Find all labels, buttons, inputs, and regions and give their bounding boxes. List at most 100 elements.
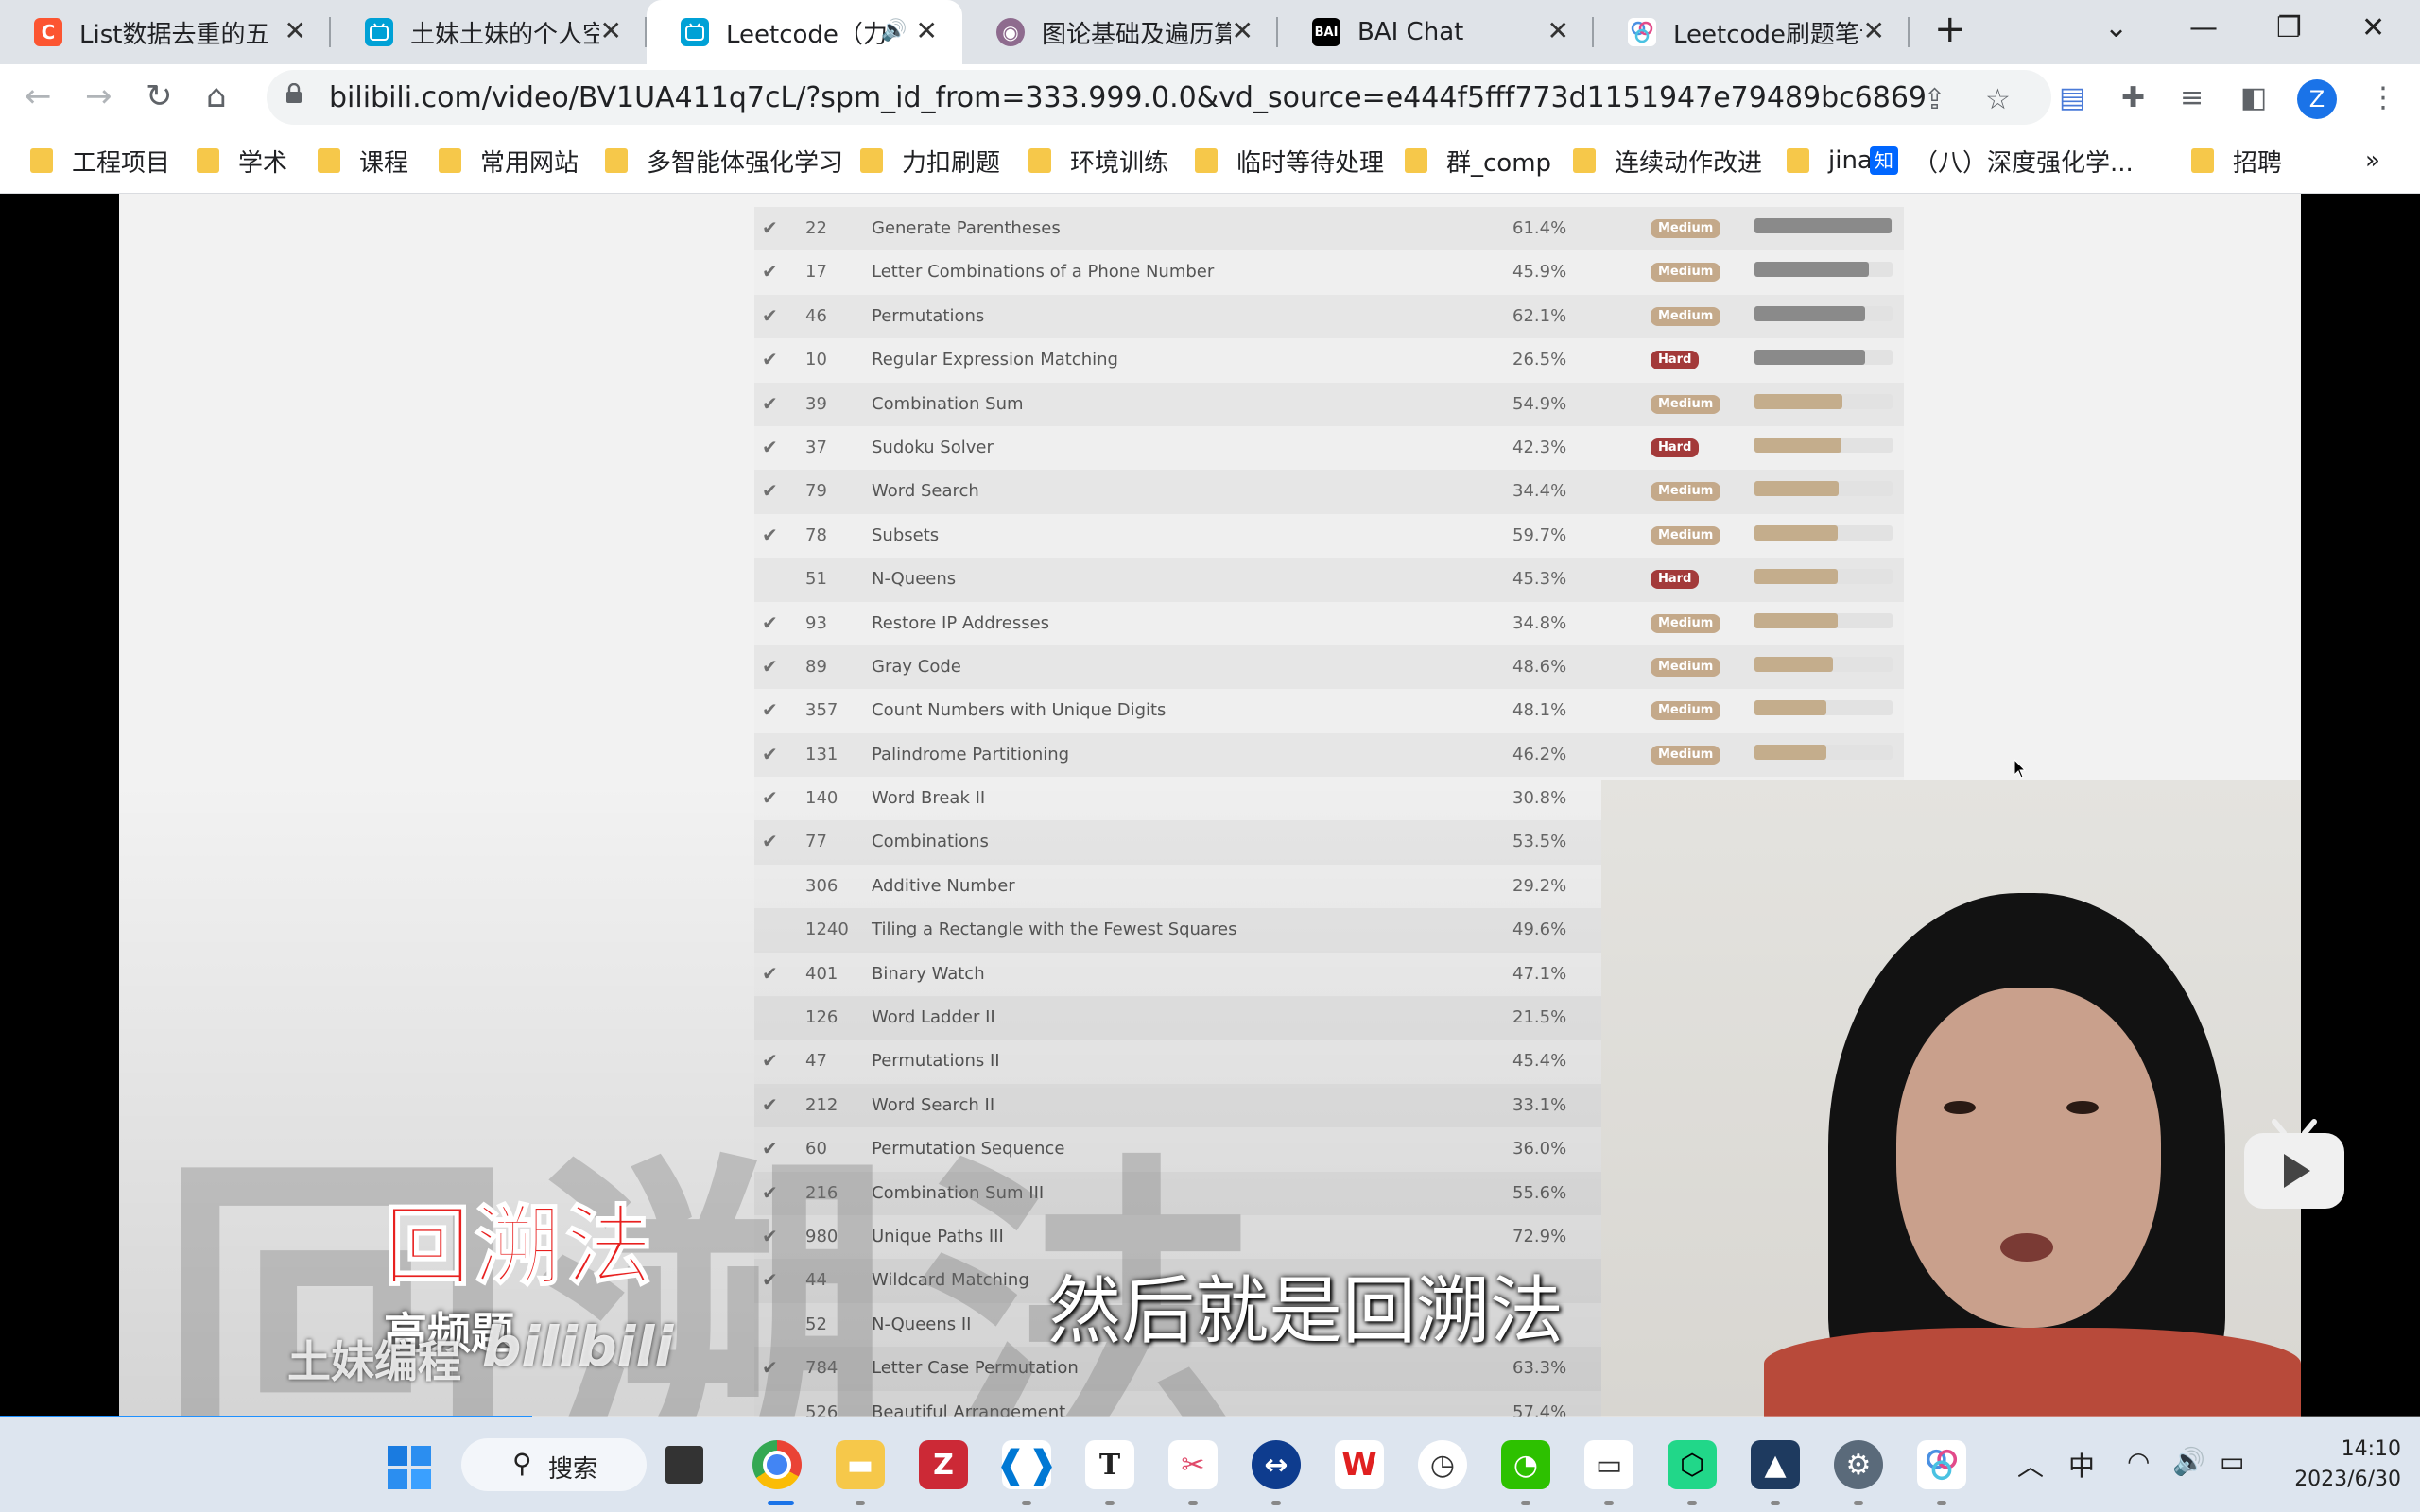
table-row: ✔ 22 Generate Parentheses 61.4% Medium (754, 207, 1904, 251)
tab-search-chevron-icon[interactable]: ⌄ (2104, 11, 2128, 44)
wechat-icon[interactable]: ◔ (1501, 1440, 1550, 1489)
back-button[interactable]: ← (25, 77, 52, 115)
profile-avatar[interactable]: Z (2297, 79, 2337, 119)
close-icon[interactable]: ✕ (1547, 17, 1569, 45)
zotero-icon[interactable]: Z (919, 1440, 968, 1489)
extensions-puzzle-icon[interactable]: ✚ (2121, 81, 2145, 114)
bookmark-folder[interactable]: 课程 (318, 144, 408, 178)
baidu-netdisk-icon[interactable] (1917, 1440, 1966, 1489)
battery-icon[interactable]: ▭ (2220, 1446, 2244, 1477)
tab-3[interactable]: ◉ 图论基础及遍历算法 ✕ (962, 0, 1278, 64)
close-icon[interactable]: ✕ (285, 17, 306, 45)
minimize-button[interactable]: — (2189, 11, 2218, 44)
table-row: ✔ 10 Regular Expression Matching 26.5% Hard (754, 338, 1904, 383)
close-icon[interactable]: ✕ (600, 17, 622, 45)
difficulty-badge: Medium (1651, 306, 1721, 326)
teamviewer-icon[interactable]: ↔ (1252, 1440, 1301, 1489)
reload-button[interactable]: ↻ (146, 77, 173, 115)
bookmark-label: 群_comp (1446, 148, 1552, 178)
tab-5[interactable]: Leetcode刷题笔记 ✕ (1594, 0, 1910, 64)
app-running-indicator (768, 1501, 794, 1505)
tab-0[interactable]: C List数据去重的五种 ✕ (0, 0, 331, 64)
new-tab-button[interactable]: + (1934, 8, 1966, 51)
close-window-button[interactable]: ✕ (2361, 11, 2385, 44)
lock-icon[interactable] (285, 83, 302, 104)
close-icon[interactable]: ✕ (1232, 17, 1253, 45)
remote-desktop-icon[interactable]: ▭ (1584, 1440, 1634, 1489)
system-clock[interactable]: 14:10 2023/6/30 (2259, 1435, 2401, 1495)
check-icon: ✔ (762, 698, 778, 722)
tab-2-active[interactable]: Leetcode（力扣 🔊 ✕ (647, 0, 962, 64)
app-running-indicator (1521, 1501, 1530, 1505)
acceptance-rate: 45.9% (1512, 262, 1567, 283)
settings-gear-icon[interactable]: ⚙ (1834, 1440, 1883, 1489)
forward-button[interactable]: → (85, 77, 112, 115)
task-view-icon[interactable] (666, 1446, 703, 1484)
wifi-icon[interactable]: ◠ (2127, 1446, 2150, 1477)
video-player[interactable]: ✔ 22 Generate Parentheses 61.4% Medium ✔ 17 Let… (0, 194, 2420, 1418)
play-icon[interactable] (2242, 1118, 2346, 1212)
media-control-icon[interactable]: ≡ (2180, 81, 2204, 114)
snipping-tool-icon[interactable]: ✂ (1168, 1440, 1218, 1489)
bookmark-folder[interactable]: 多智能体强化学习 (605, 144, 843, 178)
tab-4[interactable]: BAI BAI Chat ✕ (1278, 0, 1594, 64)
table-row: ✔ 79 Word Search 34.4% Medium (754, 470, 1904, 514)
bookmark-folder[interactable]: 临时等待处理 (1195, 144, 1384, 178)
restore-button[interactable]: ❐ (2276, 11, 2302, 44)
bookmark-folder[interactable]: 群_comp (1405, 144, 1551, 178)
cat-app-icon[interactable]: ▲ (1751, 1440, 1800, 1489)
bookmark-folder[interactable]: 学术 (197, 144, 287, 178)
bookmark-zhihu[interactable]: 知 （八）深度强化学... (1870, 144, 2134, 178)
wps-icon[interactable]: W (1335, 1440, 1384, 1489)
input-method-icon[interactable]: 中 (2068, 1446, 2095, 1484)
chrome-icon[interactable] (752, 1440, 802, 1489)
presenter-shirt (1764, 1328, 2301, 1418)
vscode-icon[interactable]: ❰❱ (994, 1440, 1059, 1489)
folder-icon (1195, 148, 1218, 173)
frequency-fill (1754, 569, 1838, 585)
bookmark-folder[interactable]: 力扣刷题 (860, 144, 1000, 178)
tab-1[interactable]: 土妹土妹的个人空间 ✕ (331, 0, 647, 64)
typora-icon[interactable]: T (1085, 1440, 1134, 1489)
bookmark-label: 常用网站 (480, 148, 579, 178)
share-icon[interactable]: ⇪ (1923, 83, 1946, 116)
table-row: ✔ 93 Restore IP Addresses 34.8% Medium (754, 601, 1904, 645)
frequency-fill (1754, 656, 1834, 672)
clock-app-icon[interactable]: ◷ (1418, 1440, 1467, 1489)
windows-start-icon[interactable] (388, 1446, 431, 1489)
volume-icon[interactable]: 🔊 (2172, 1446, 2205, 1477)
bookmark-folder[interactable]: 工程项目 (30, 144, 170, 178)
frequency-bar (1754, 524, 1893, 541)
bookmark-folder[interactable]: 连续动作改进 (1573, 144, 1762, 178)
side-panel-icon[interactable]: ◧ (2240, 81, 2267, 114)
bookmarks-overflow-button[interactable]: » (2365, 144, 2380, 178)
app-running-indicator (1022, 1501, 1031, 1505)
close-icon[interactable]: ✕ (916, 17, 938, 45)
taskbar-search[interactable]: ⚲ 搜索 (461, 1438, 647, 1491)
bookmark-folder[interactable]: 环境训练 (1028, 144, 1168, 178)
close-icon[interactable]: ✕ (1863, 17, 1885, 45)
check-icon: ✔ (762, 391, 778, 415)
zhihu-icon: 知 (1870, 146, 1898, 175)
table-row: ✔ 131 Palindrome Partitioning 46.2% Medium (754, 732, 1904, 778)
file-explorer-icon[interactable]: ▬ (836, 1440, 885, 1489)
csdn-icon: C (34, 18, 62, 46)
bilibili-icon (681, 18, 709, 46)
url-text[interactable]: bilibili.com/video/BV1UA411q7cL/?spm_id_… (329, 81, 1927, 114)
tray-overflow-chevron-icon[interactable]: ︿ (2017, 1446, 2044, 1484)
pycharm-icon[interactable]: ⬡ (1668, 1440, 1717, 1489)
bookmark-folder[interactable]: 招聘 (2191, 144, 2282, 178)
bookmark-label: （八）深度强化学... (1913, 148, 2134, 178)
bookmark-folder[interactable]: 常用网站 (439, 144, 579, 178)
menu-kebab-icon[interactable]: ⋮ (2369, 81, 2397, 114)
difficulty-badge: Hard (1651, 438, 1700, 457)
audio-playing-icon[interactable]: 🔊 (881, 19, 907, 43)
home-button[interactable]: ⌂ (206, 77, 227, 115)
table-row: 51 N-Queens 45.3% Hard (754, 558, 1904, 602)
address-bar[interactable]: bilibili.com/video/BV1UA411q7cL/?spm_id_… (267, 70, 2051, 125)
frequency-fill (1754, 218, 1892, 233)
document-extension-icon[interactable]: ▤ (2059, 81, 2085, 114)
app-running-indicator (1105, 1501, 1115, 1505)
tab-title: 土妹土妹的个人空间 (410, 20, 599, 49)
bookmark-star-icon[interactable]: ☆ (1985, 83, 2011, 116)
